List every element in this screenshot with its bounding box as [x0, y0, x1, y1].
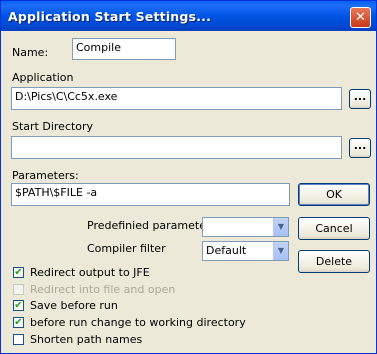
ok-button[interactable]: OK — [298, 183, 370, 206]
start-directory-label: Start Directory — [12, 120, 94, 133]
predefined-parameters-select[interactable]: ▼ — [202, 217, 289, 237]
shorten-path-names-label[interactable]: Shorten path names — [30, 333, 142, 346]
name-value: Compile — [76, 41, 121, 54]
name-field[interactable]: Compile — [72, 38, 176, 60]
change-to-working-directory-label[interactable]: before run change to working directory — [30, 316, 246, 329]
predefined-parameters-label: Predefinied parameters: — [87, 219, 220, 232]
save-before-run-label[interactable]: Save before run — [30, 299, 118, 312]
redirect-output-label[interactable]: Redirect output to JFE — [30, 266, 150, 279]
window-title: Application Start Settings... — [8, 9, 212, 24]
application-value: D:\Pics\C\Cc5x.exe — [15, 90, 118, 103]
delete-button[interactable]: Delete — [298, 250, 370, 273]
name-label: Name: — [12, 46, 49, 59]
compiler-filter-value: Default — [206, 244, 247, 257]
parameters-value: $PATH\$FILE -a — [15, 186, 98, 199]
title-bar[interactable]: Application Start Settings... ✕ — [1, 1, 376, 31]
change-to-working-directory-checkbox[interactable]: ✔ — [13, 317, 24, 328]
compiler-filter-label: Compiler filter — [87, 242, 166, 255]
shorten-path-names-checkbox[interactable] — [13, 334, 24, 345]
start-directory-field[interactable] — [11, 136, 342, 159]
application-label: Application — [12, 71, 74, 84]
close-icon: ✕ — [355, 10, 366, 25]
chevron-down-icon: ▼ — [273, 242, 288, 260]
redirect-into-file-label: Redirect into file and open — [30, 283, 176, 296]
parameters-label: Parameters: — [12, 169, 79, 182]
redirect-into-file-checkbox[interactable] — [13, 284, 24, 295]
chevron-down-icon: ▼ — [273, 218, 288, 236]
compiler-filter-select[interactable]: Default ▼ — [202, 241, 289, 261]
application-browse-button[interactable]: ... — [349, 89, 371, 109]
save-before-run-checkbox[interactable]: ✔ — [13, 300, 24, 311]
cancel-button[interactable]: Cancel — [298, 217, 370, 240]
close-button[interactable]: ✕ — [350, 7, 371, 28]
application-field[interactable]: D:\Pics\C\Cc5x.exe — [11, 87, 342, 110]
start-directory-browse-button[interactable]: ... — [349, 138, 371, 158]
application-start-settings-dialog: Application Start Settings... ✕ Name: Co… — [0, 0, 377, 354]
parameters-field[interactable]: $PATH\$FILE -a — [11, 183, 290, 206]
redirect-output-checkbox[interactable]: ✔ — [13, 267, 24, 278]
